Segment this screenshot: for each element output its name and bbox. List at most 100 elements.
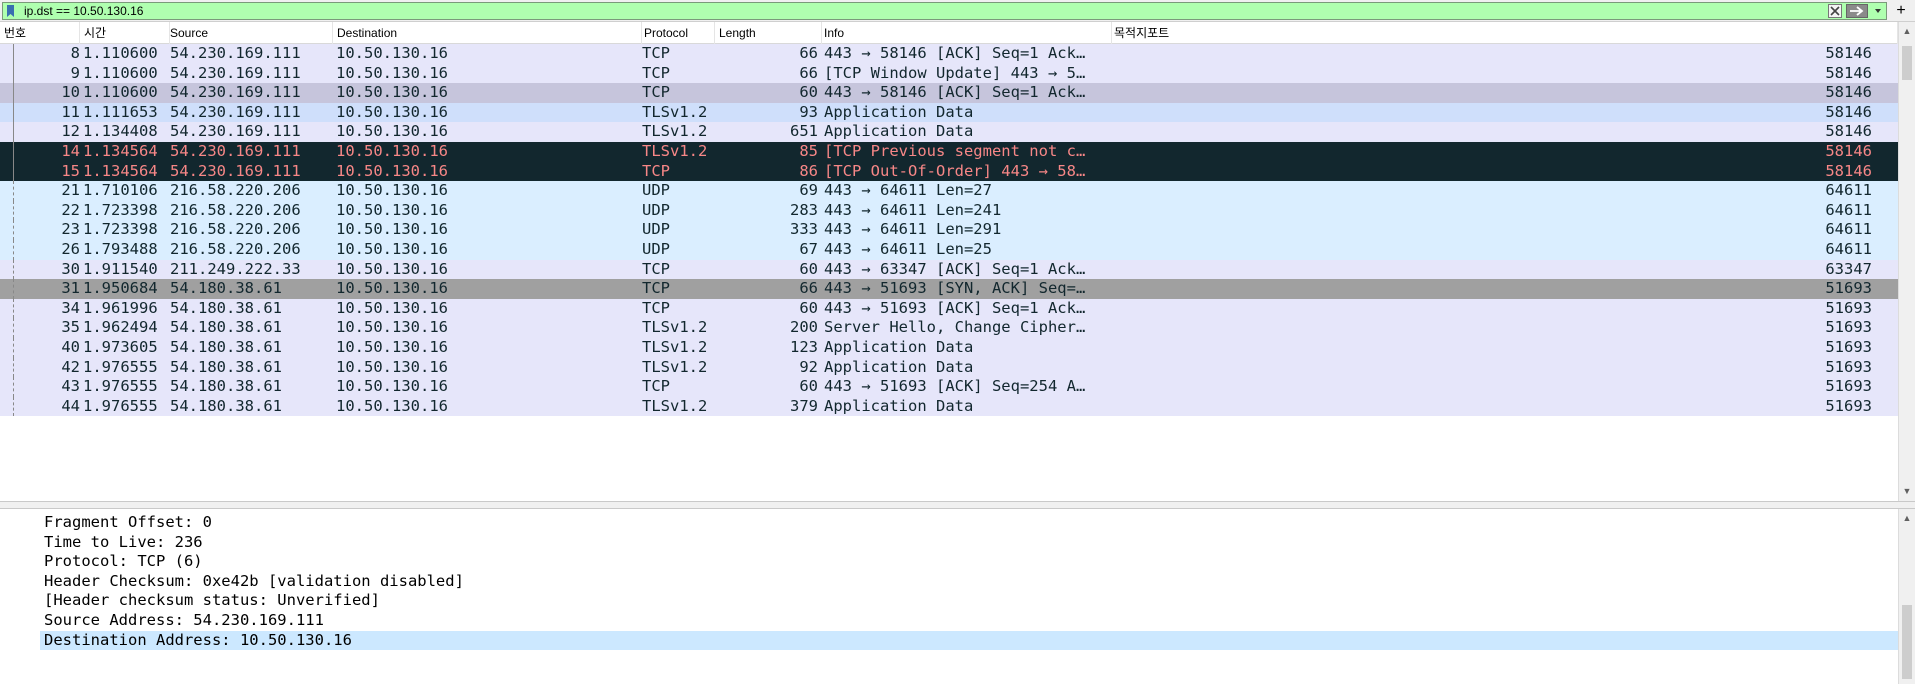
packet-time: 1.950684 (83, 279, 158, 298)
scroll-up-icon[interactable]: ▲ (1902, 26, 1912, 36)
scroll-down-icon[interactable]: ▼ (1902, 486, 1912, 496)
detail-row[interactable]: Time to Live: 236 (0, 533, 1898, 553)
column-header-time[interactable]: 시간 (80, 22, 170, 44)
column-header-number[interactable]: 번호 (0, 22, 80, 44)
packet-list-scrollbar[interactable]: ▲ ▼ (1898, 22, 1915, 501)
packet-destination-port: 58146 (1825, 44, 1872, 62)
packet-source: 216.58.220.206 (170, 200, 301, 219)
scroll-up-icon[interactable]: ▲ (1902, 513, 1912, 523)
column-header-destination[interactable]: Destination (333, 22, 642, 44)
packet-number: 8 (70, 44, 80, 62)
packet-row[interactable]: 15 1.134564 54.230.169.111 10.50.130.16 TCP 8… (0, 161, 1898, 182)
packet-row[interactable]: 22 1.723398 216.58.220.206 10.50.130.16 UDP 2… (0, 200, 1898, 221)
packet-destination: 10.50.130.16 (336, 161, 448, 180)
packet-destination-port: 58146 (1825, 161, 1872, 180)
packet-protocol: TCP (642, 298, 670, 317)
packet-row[interactable]: 10 1.110600 54.230.169.111 10.50.130.16 TCP 6… (0, 83, 1898, 103)
column-header-destination-port[interactable]: 목적지포트 (1110, 22, 1898, 44)
packet-destination: 10.50.130.16 (336, 318, 448, 337)
packet-destination-port: 51693 (1825, 338, 1872, 356)
packet-length: 67 (799, 240, 818, 258)
apply-filter-arrow-icon[interactable] (1846, 4, 1868, 18)
packet-list: 8 1.110600 54.230.169.111 10.50.130.16 TCP 66… (0, 44, 1898, 501)
detail-text: Fragment Offset: 0 (44, 513, 212, 531)
packet-row[interactable]: 35 1.962494 54.180.38.61 10.50.130.16 TLSv1.… (0, 318, 1898, 338)
packet-info: 443 → 58146 [ACK] Seq=1 Ack… (824, 83, 1086, 102)
packet-number: 30 (61, 259, 80, 278)
packet-protocol: TCP (642, 279, 670, 298)
packet-source: 54.230.169.111 (170, 142, 301, 160)
column-header-length[interactable]: Length (715, 22, 822, 44)
packet-protocol: TLSv1.2 (642, 142, 708, 160)
packet-destination: 10.50.130.16 (336, 357, 448, 376)
pane-splitter[interactable] (0, 501, 1915, 509)
detail-text: Destination Address: 10.50.130.16 (44, 630, 352, 649)
packet-row[interactable]: 14 1.134564 54.230.169.111 10.50.130.16 TLSv… (0, 142, 1898, 162)
packet-details-scrollbar[interactable]: ▲ (1898, 509, 1915, 684)
packet-list-scroll-thumb[interactable] (1902, 46, 1912, 80)
packet-source: 54.180.38.61 (170, 377, 282, 396)
packet-destination-port: 64611 (1825, 200, 1872, 219)
packet-row[interactable]: 11 1.111653 54.230.169.111 10.50.130.16 TLSv… (0, 102, 1898, 123)
packet-row[interactable]: 44 1.976555 54.180.38.61 10.50.130.16 TLSv1.… (0, 396, 1898, 417)
packet-length: 66 (799, 63, 818, 82)
packet-row[interactable]: 42 1.976555 54.180.38.61 10.50.130.16 TLSv1.… (0, 357, 1898, 378)
packet-destination: 10.50.130.16 (336, 377, 448, 396)
detail-row[interactable]: Header Checksum: 0xe42b [validation disa… (0, 572, 1898, 592)
packet-time: 1.793488 (83, 240, 158, 258)
packet-destination-port: 58146 (1825, 122, 1872, 141)
packet-number: 10 (61, 83, 80, 102)
packet-destination-port: 51693 (1825, 298, 1872, 317)
packet-row[interactable]: 40 1.973605 54.180.38.61 10.50.130.16 TLSv1.… (0, 338, 1898, 358)
packet-details-scroll-thumb[interactable] (1902, 605, 1912, 679)
packet-time: 1.110600 (83, 44, 158, 62)
packet-destination: 10.50.130.16 (336, 83, 448, 102)
packet-info: 443 → 64611 Len=27 (824, 181, 992, 200)
detail-row[interactable]: Protocol: TCP (6) (0, 552, 1898, 572)
packet-row[interactable]: 23 1.723398 216.58.220.206 10.50.130.16 UDP 3… (0, 220, 1898, 240)
column-header-protocol[interactable]: Protocol (640, 22, 715, 44)
packet-row[interactable]: 31 1.950684 54.180.38.61 10.50.130.16 TCP 66 4… (0, 279, 1898, 299)
packet-length: 60 (799, 298, 818, 317)
detail-row[interactable]: [Header checksum status: Unverified] (0, 591, 1898, 611)
packet-source: 211.249.222.33 (170, 259, 301, 278)
detail-row[interactable]: Fragment Offset: 0 (0, 513, 1898, 533)
clear-filter-icon[interactable] (1828, 4, 1842, 18)
chevron-down-icon[interactable] (1872, 4, 1884, 18)
packet-row[interactable]: 43 1.976555 54.180.38.61 10.50.130.16 TCP 60 4… (0, 377, 1898, 397)
packet-destination: 10.50.130.16 (336, 63, 448, 82)
display-filter-input[interactable]: ip.dst == 10.50.130.16 (2, 2, 1887, 20)
packet-row[interactable]: 34 1.961996 54.180.38.61 10.50.130.16 TCP 60 4… (0, 298, 1898, 319)
packet-row[interactable]: 26 1.793488 216.58.220.206 10.50.130.16 UDP 6… (0, 240, 1898, 260)
packet-time: 1.973605 (83, 338, 158, 356)
packet-length: 283 (790, 200, 818, 219)
display-filter-text[interactable]: ip.dst == 10.50.130.16 (24, 4, 143, 18)
packet-time: 1.134408 (83, 122, 158, 141)
add-filter-button[interactable]: + (1891, 1, 1911, 21)
packet-number: 26 (61, 240, 80, 258)
detail-row-selected[interactable]: Destination Address: 10.50.130.16 (40, 630, 1898, 651)
packet-row[interactable]: 21 1.710106 216.58.220.206 10.50.130.16 UDP 6… (0, 181, 1898, 201)
column-header-info[interactable]: Info (820, 22, 1112, 44)
packet-source: 54.230.169.111 (170, 102, 301, 121)
packet-source: 54.180.38.61 (170, 357, 282, 376)
packet-number: 12 (61, 122, 80, 141)
packet-source: 54.180.38.61 (170, 318, 282, 337)
packet-info: Application Data (824, 396, 974, 415)
packet-number: 9 (70, 63, 80, 82)
packet-row[interactable]: 12 1.134408 54.230.169.111 10.50.130.16 TLSv… (0, 122, 1898, 142)
packet-row[interactable]: 8 1.110600 54.230.169.111 10.50.130.16 TCP 66… (0, 44, 1898, 64)
packet-row[interactable]: 30 1.911540 211.249.222.33 10.50.130.16 TCP 6… (0, 259, 1898, 280)
packet-destination-port: 64611 (1825, 220, 1872, 239)
packet-info: 443 → 64611 Len=291 (824, 220, 1002, 239)
bookmark-icon[interactable] (6, 5, 15, 17)
packet-row[interactable]: 9 1.110600 54.230.169.111 10.50.130.16 TCP 66… (0, 63, 1898, 84)
detail-row[interactable]: Source Address: 54.230.169.111 (0, 611, 1898, 631)
column-header-source[interactable]: Source (166, 22, 333, 44)
packet-destination-port: 58146 (1825, 102, 1872, 121)
detail-text: Source Address: 54.230.169.111 (44, 611, 324, 629)
packet-length: 651 (790, 122, 818, 141)
packet-source: 216.58.220.206 (170, 220, 301, 239)
packet-length: 69 (799, 181, 818, 200)
packet-destination: 10.50.130.16 (336, 338, 448, 356)
